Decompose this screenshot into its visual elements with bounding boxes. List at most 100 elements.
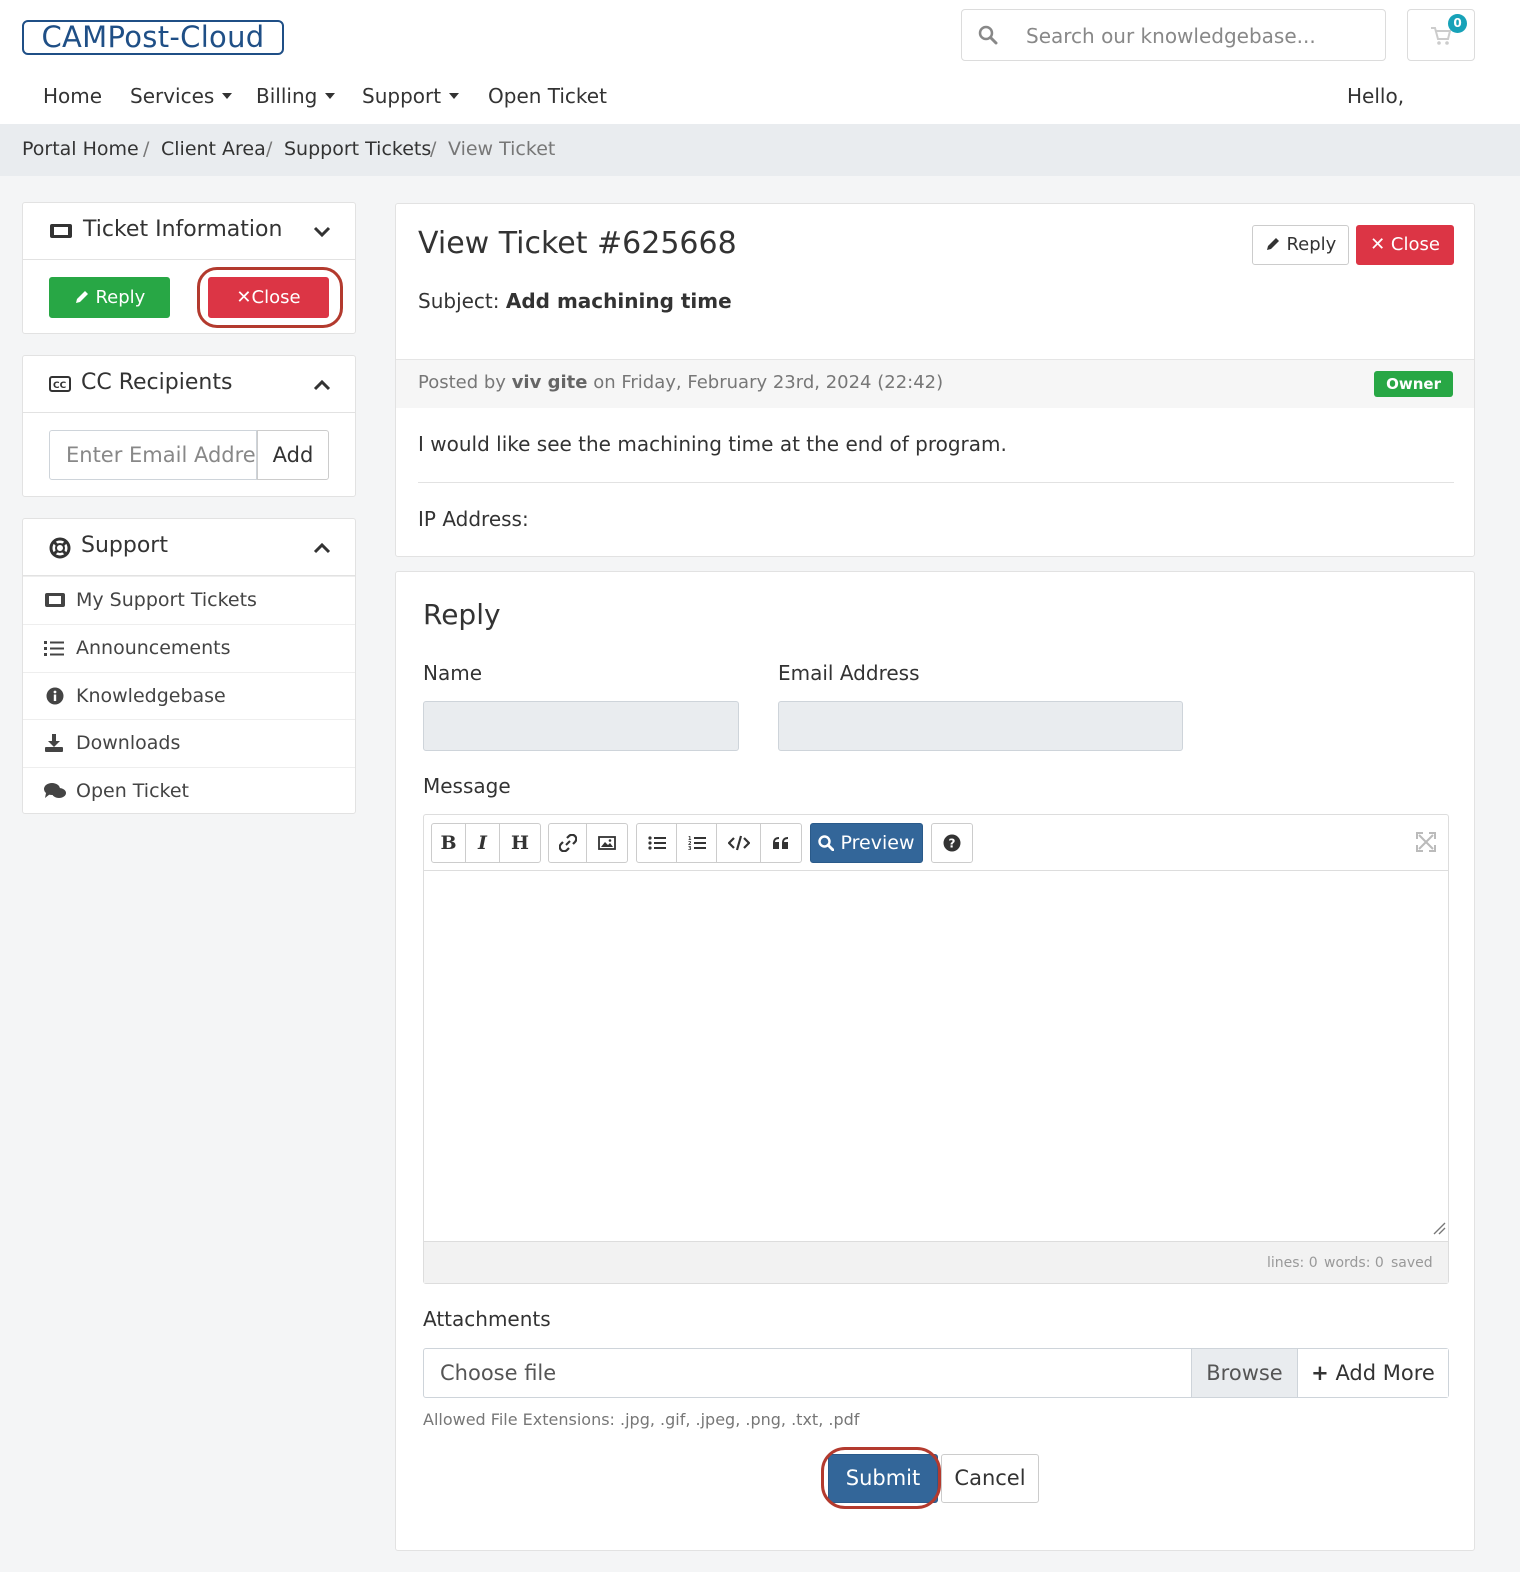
search-icon xyxy=(978,25,998,45)
breadcrumb-separator: / xyxy=(143,138,150,160)
site-logo[interactable]: CAMPost-Cloud xyxy=(22,20,284,55)
sidebar-item-downloads[interactable]: Downloads xyxy=(23,719,355,767)
sidebar-item-label: Downloads xyxy=(76,732,181,754)
posted-by-label: Posted by xyxy=(418,372,506,393)
sidebar-item-announcements[interactable]: Announcements xyxy=(23,624,355,672)
sidebar-item-label: Announcements xyxy=(76,637,231,659)
cc-recipients-header[interactable]: CC CC Recipients xyxy=(23,356,355,413)
code-button[interactable] xyxy=(717,824,761,862)
sidebar-item-label: Knowledgebase xyxy=(76,685,226,707)
breadcrumb: Portal Home / Client Area / Support Tick… xyxy=(0,124,1520,176)
nav-home[interactable]: Home xyxy=(43,84,102,108)
sidebar-item-my-support-tickets[interactable]: My Support Tickets xyxy=(23,576,355,624)
page-title: View Ticket #625668 xyxy=(418,226,737,261)
user-greeting[interactable]: Hello, xyxy=(1347,84,1404,108)
svg-text:?: ? xyxy=(949,837,956,851)
cancel-button[interactable]: Cancel xyxy=(941,1454,1039,1503)
email-field[interactable] xyxy=(778,701,1183,751)
help-button[interactable]: ? xyxy=(932,824,972,862)
nav-billing[interactable]: Billing xyxy=(256,84,336,108)
breadcrumb-portal-home[interactable]: Portal Home xyxy=(22,138,139,160)
caret-down-icon xyxy=(325,92,336,99)
post-date: on Friday, February 23rd, 2024 (22:42) xyxy=(593,372,944,393)
sidebar-close-button[interactable]: ✕Close xyxy=(208,277,329,318)
breadcrumb-client-area[interactable]: Client Area xyxy=(161,138,266,160)
bullet-list-icon xyxy=(647,836,666,850)
link-button[interactable] xyxy=(549,824,587,862)
knowledgebase-search[interactable] xyxy=(961,9,1386,61)
line-count: lines: 0 xyxy=(1267,1255,1318,1271)
preview-button[interactable]: Preview xyxy=(810,823,923,863)
support-header[interactable]: Support xyxy=(23,519,355,576)
main-nav: Home Services Billing Support Open Ticke… xyxy=(0,78,1520,118)
ticket-view-card: View Ticket #625668 Reply ✕ Close Subjec… xyxy=(395,203,1475,557)
times-icon: ✕ xyxy=(236,287,252,308)
quote-button[interactable] xyxy=(761,824,801,862)
format-group: B I H xyxy=(431,823,541,863)
life-ring-icon xyxy=(49,537,71,563)
svg-text:CC: CC xyxy=(53,381,67,391)
cc-email-placeholder: Enter Email Address xyxy=(66,443,257,467)
file-input[interactable]: Choose file xyxy=(440,1361,556,1385)
sidebar-item-knowledgebase[interactable]: Knowledgebase xyxy=(23,672,355,720)
ticket-information-title: Ticket Information xyxy=(83,217,283,242)
ticket-information-header[interactable]: Ticket Information xyxy=(23,203,355,260)
numbered-list-button[interactable]: 123 xyxy=(677,824,717,862)
word-count: words: 0 xyxy=(1324,1255,1384,1271)
breadcrumb-separator: / xyxy=(266,138,273,160)
help-group: ? xyxy=(931,823,973,863)
nav-support[interactable]: Support xyxy=(362,84,460,108)
name-field[interactable] xyxy=(423,701,739,751)
browse-button[interactable]: Browse xyxy=(1191,1349,1297,1397)
message-textarea[interactable] xyxy=(424,871,1448,1241)
nav-open-ticket[interactable]: Open Ticket xyxy=(488,84,607,108)
sidebar-item-open-ticket[interactable]: Open Ticket xyxy=(23,767,355,815)
allowed-extensions-note: Allowed File Extensions: .jpg, .gif, .jp… xyxy=(423,1410,860,1429)
fullscreen-icon[interactable] xyxy=(1416,832,1436,856)
ticket-reply-button[interactable]: Reply xyxy=(1252,225,1349,265)
autosave-status: saved xyxy=(1391,1255,1433,1271)
breadcrumb-support-tickets[interactable]: Support Tickets xyxy=(284,138,431,160)
editor-toolbar: B I H 123 Preview ? xyxy=(424,815,1448,871)
plus-icon: + xyxy=(1311,1361,1329,1385)
post-header: Posted by viv gite on Friday, February 2… xyxy=(396,359,1474,408)
resize-handle-icon[interactable] xyxy=(1432,1220,1446,1239)
ticket-close-button[interactable]: ✕ Close xyxy=(1356,225,1454,265)
chevron-up-icon[interactable] xyxy=(313,376,331,395)
chevron-down-icon[interactable] xyxy=(313,223,331,242)
cc-add-button[interactable]: Add xyxy=(257,430,329,480)
insert-group xyxy=(548,823,628,863)
times-icon: ✕ xyxy=(1370,234,1386,255)
submit-button[interactable]: Submit xyxy=(828,1454,938,1503)
pencil-icon xyxy=(75,291,88,303)
subject-label: Subject: xyxy=(418,289,500,313)
email-label: Email Address xyxy=(778,661,920,685)
bullet-list-button[interactable] xyxy=(637,824,677,862)
ticket-reply-label: Reply xyxy=(1286,234,1337,255)
nav-billing-label: Billing xyxy=(256,84,318,108)
image-button[interactable] xyxy=(587,824,627,862)
cc-recipients-panel: CC CC Recipients Enter Email Address Add xyxy=(22,355,356,497)
sidebar-item-label: My Support Tickets xyxy=(76,589,257,611)
link-icon xyxy=(558,834,577,852)
heading-button[interactable]: H xyxy=(500,824,540,862)
breadcrumb-view-ticket: View Ticket xyxy=(448,138,556,160)
nav-services[interactable]: Services xyxy=(130,84,233,108)
download-icon xyxy=(44,734,64,757)
editor-statusbar: lines: 0 words: 0 saved xyxy=(424,1241,1448,1283)
image-icon xyxy=(598,836,616,850)
sidebar-item-label: Open Ticket xyxy=(76,780,189,802)
cart-button[interactable]: 0 xyxy=(1407,9,1475,61)
cc-email-input[interactable]: Enter Email Address xyxy=(49,430,257,480)
search-input[interactable] xyxy=(1026,20,1376,52)
bold-button[interactable]: B xyxy=(432,824,466,862)
markdown-editor: B I H 123 Preview ? lines: 0 words: 0 sa… xyxy=(423,814,1449,1284)
nav-support-label: Support xyxy=(362,84,442,108)
post-message: I would like see the machining time at t… xyxy=(418,432,1007,456)
chevron-up-icon[interactable] xyxy=(313,539,331,558)
add-more-button[interactable]: + Add More xyxy=(1297,1349,1448,1397)
italic-button[interactable]: I xyxy=(466,824,500,862)
list-icon xyxy=(44,639,64,661)
sidebar-reply-button[interactable]: Reply xyxy=(49,277,170,318)
ticket-icon xyxy=(49,222,73,244)
